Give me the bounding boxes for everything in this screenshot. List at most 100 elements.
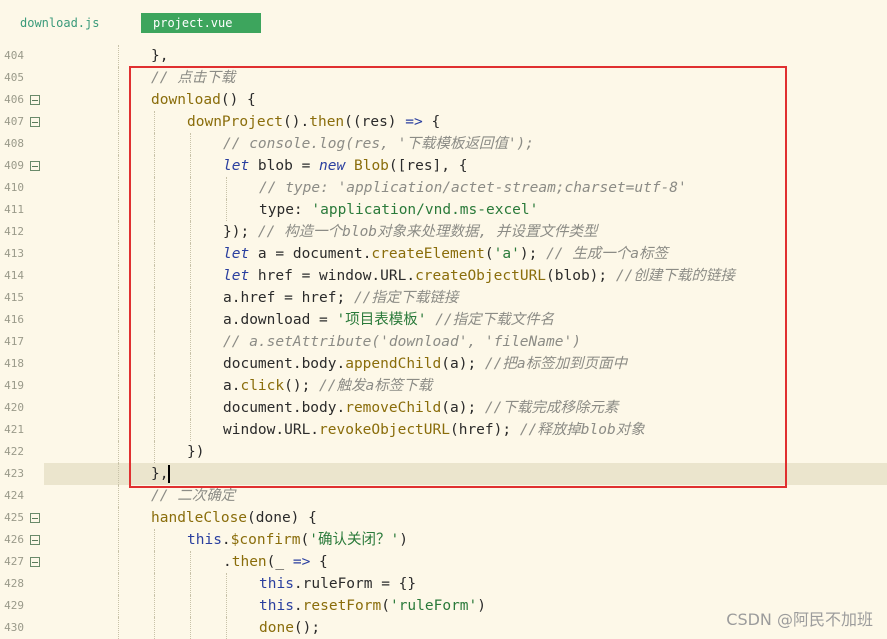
code-text: type: 'application/vnd.ms-excel'	[259, 199, 538, 221]
code-line[interactable]: 409 let blob = new Blob([res], {	[0, 155, 887, 177]
code-token: createElement	[371, 246, 485, 262]
code-line[interactable]: 428 this.ruleForm = {}	[0, 573, 887, 595]
fold-toggle-icon[interactable]	[30, 557, 40, 567]
code-token: this	[259, 576, 294, 592]
code-line[interactable]: 420 document.body.removeChild(a); //下载完成移…	[0, 397, 887, 419]
indent-guide	[190, 551, 191, 573]
code-token: ();	[293, 620, 321, 636]
code-token: //指定下载文件名	[435, 312, 555, 328]
indent-guide	[118, 463, 119, 485]
fold-toggle-icon[interactable]	[30, 95, 40, 105]
code-token: a.	[223, 378, 241, 394]
code-line[interactable]: 424 // 二次确定	[0, 485, 887, 507]
indent-guide	[154, 155, 155, 177]
code-token: {	[310, 554, 328, 570]
code-token: click	[240, 378, 285, 394]
code-text: done();	[259, 617, 320, 639]
code-line[interactable]: 422})	[0, 441, 887, 463]
tab-project-vue[interactable]: project.vue	[141, 13, 261, 33]
code-line[interactable]: 416 a.download = '项目表模板' //指定下载文件名	[0, 309, 887, 331]
line-number: 411	[4, 203, 24, 216]
indent-guide	[190, 199, 191, 221]
code-line[interactable]: 413 let a = document.createElement('a'); …	[0, 243, 887, 265]
code-token: (done) {	[247, 510, 317, 526]
code-token: appendChild	[345, 356, 442, 372]
code-line[interactable]: 412}); // 构造一个blob对象来处理数据, 并设置文件类型	[0, 221, 887, 243]
code-line[interactable]: 423},	[0, 463, 887, 485]
code-line[interactable]: 407 downProject().then((res) => {	[0, 111, 887, 133]
fold-toggle-icon[interactable]	[30, 117, 40, 127]
code-token: let	[223, 246, 250, 262]
code-token: });	[223, 224, 258, 240]
code-token: (href);	[449, 422, 520, 438]
code-token: 'ruleForm'	[389, 598, 478, 614]
line-number: 404	[4, 49, 24, 62]
watermark: CSDN @阿民不加班	[726, 610, 873, 629]
line-number: 427	[4, 555, 24, 568]
code-text: window.URL.revokeObjectURL(href); //释放掉b…	[223, 419, 645, 441]
code-text: a.download = '项目表模板' //指定下载文件名	[223, 309, 554, 331]
code-token: ((res)	[344, 114, 406, 130]
tab-download-js[interactable]: download.js	[8, 13, 111, 33]
code-line[interactable]: 419 a.click(); //触发a标签下载	[0, 375, 887, 397]
code-line[interactable]: 426 this.$confirm('确认关闭？')	[0, 529, 887, 551]
code-line[interactable]: 408 // console.log(res, '下载模板返回值');	[0, 133, 887, 155]
code-line[interactable]: 427 .then(_ => {	[0, 551, 887, 573]
indent-guide	[118, 573, 119, 595]
line-number: 426	[4, 533, 24, 546]
code-text: // 二次确定	[151, 485, 235, 507]
code-text: // a.setAttribute('download', 'fileName'…	[223, 331, 581, 353]
indent-guide	[226, 595, 227, 617]
code-line[interactable]: 410 // type: 'application/actet-stream;ch…	[0, 177, 887, 199]
indent-guide	[118, 243, 119, 265]
code-token: {	[422, 114, 441, 130]
code-line[interactable]: 406 download() {	[0, 89, 887, 111]
code-line[interactable]: 421 window.URL.revokeObjectURL(href); //释…	[0, 419, 887, 441]
fold-toggle-icon[interactable]	[30, 513, 40, 523]
code-token: //创建下载的链接	[615, 268, 735, 284]
line-number: 430	[4, 621, 24, 634]
code-line[interactable]: 418 document.body.appendChild(a); //把a标签加…	[0, 353, 887, 375]
indent-guide	[190, 287, 191, 309]
indent-guide	[118, 199, 119, 221]
code-token: //下载完成移除元素	[484, 400, 619, 416]
code-text: download() {	[151, 89, 256, 111]
code-token: ().	[283, 114, 310, 130]
fold-toggle-icon[interactable]	[30, 161, 40, 171]
code-line[interactable]: 404},	[0, 45, 887, 67]
fold-toggle-icon[interactable]	[30, 535, 40, 545]
line-number: 418	[4, 357, 24, 370]
indent-guide	[118, 67, 119, 89]
code-text: }); // 构造一个blob对象来处理数据, 并设置文件类型	[223, 221, 598, 243]
line-number: 423	[4, 467, 24, 480]
indent-guide	[118, 507, 119, 529]
code-text: document.body.removeChild(a); //下载完成移除元素	[223, 397, 618, 419]
indent-guide	[118, 485, 119, 507]
indent-guide	[190, 331, 191, 353]
code-token: '项目表模板'	[336, 312, 427, 328]
indent-guide	[190, 221, 191, 243]
code-token: type:	[259, 202, 312, 218]
indent-guide	[154, 199, 155, 221]
code-line[interactable]: 414 let href = window.URL.createObjectURL…	[0, 265, 887, 287]
code-line[interactable]: 405 // 点击下载	[0, 67, 887, 89]
code-editor[interactable]: 404}, 405// 点击下载 406 download() {407 downPro…	[0, 45, 887, 639]
code-text: },	[151, 45, 168, 67]
code-line[interactable]: 411 type: 'application/vnd.ms-excel'	[0, 199, 887, 221]
indent-guide	[154, 441, 155, 463]
line-number: 405	[4, 71, 24, 84]
indent-guide	[190, 133, 191, 155]
line-number: 425	[4, 511, 24, 524]
indent-guide	[118, 441, 119, 463]
code-line[interactable]: 415 a.href = href; //指定下载链接	[0, 287, 887, 309]
code-line[interactable]: 425 handleClose(done) {	[0, 507, 887, 529]
code-token: '确认关闭？'	[309, 532, 400, 548]
code-token: // type: 'application/actet-stream;chars…	[259, 180, 687, 196]
code-text: handleClose(done) {	[151, 507, 317, 529]
line-number: 420	[4, 401, 24, 414]
line-number: 417	[4, 335, 24, 348]
code-token: blob =	[249, 158, 320, 174]
code-text: document.body.appendChild(a); //把a标签加到页面…	[223, 353, 627, 375]
code-line[interactable]: 417 // a.setAttribute('download', 'fileNa…	[0, 331, 887, 353]
code-token: ();	[284, 378, 320, 394]
